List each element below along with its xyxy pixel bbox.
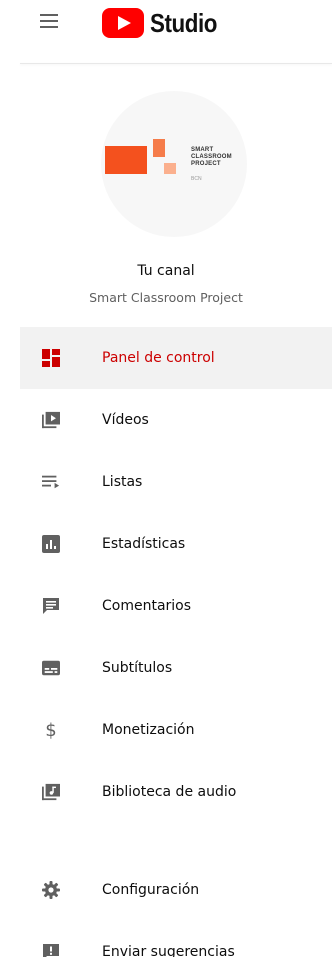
sidebar-item-listas[interactable]: Listas bbox=[20, 451, 332, 513]
channel-name: Smart Classroom Project bbox=[89, 290, 243, 305]
sidebar-item-label: Vídeos bbox=[102, 412, 149, 428]
feedback-icon bbox=[42, 943, 60, 957]
sidebar-item-label: Subtítulos bbox=[102, 660, 173, 676]
channel-title: Tu canal bbox=[137, 263, 195, 279]
playlist-icon bbox=[42, 473, 60, 491]
sidebar-item-label: Enviar sugerencias bbox=[102, 944, 235, 957]
subtitles-icon bbox=[42, 659, 60, 677]
video-library-icon bbox=[42, 411, 60, 429]
sidebar-item-subtitulos[interactable]: Subtítulos bbox=[20, 637, 332, 699]
analytics-icon bbox=[42, 535, 60, 553]
sidebar-item-videos[interactable]: Vídeos bbox=[20, 389, 332, 451]
sidebar-item-label: Estadísticas bbox=[102, 536, 186, 552]
sidebar-item-comentarios[interactable]: Comentarios bbox=[20, 575, 332, 637]
sidebar-item-configuracion[interactable]: Configuración bbox=[20, 859, 332, 921]
sidebar-item-estadisticas[interactable]: Estadísticas bbox=[20, 513, 332, 575]
dollar-icon: $ bbox=[42, 720, 60, 740]
hamburger-menu-icon[interactable] bbox=[40, 14, 58, 28]
gear-icon bbox=[42, 881, 60, 899]
avatar-brand-text: SMART CLASSROOM PROJECT bbox=[191, 147, 232, 167]
sidebar-item-label: Panel de control bbox=[102, 350, 215, 366]
audio-library-icon bbox=[42, 783, 60, 801]
sidebar-nav: Panel de control Vídeos Listas Estadísti… bbox=[20, 327, 332, 957]
channel-avatar[interactable]: SMART CLASSROOM PROJECT BCN bbox=[101, 91, 247, 237]
dashboard-icon bbox=[42, 349, 60, 367]
avatar-brand-sub: BCN bbox=[191, 176, 202, 182]
comment-icon bbox=[42, 597, 60, 615]
top-bar: Studio bbox=[0, 0, 332, 48]
sidebar-item-label: Configuración bbox=[102, 882, 200, 898]
sidebar-item-label: Monetización bbox=[102, 722, 195, 738]
svg-text:$: $ bbox=[45, 720, 56, 740]
sidebar-item-label: Comentarios bbox=[102, 598, 192, 614]
youtube-play-logo-icon bbox=[102, 8, 144, 38]
sidebar-item-enviar-sugerencias[interactable]: Enviar sugerencias bbox=[20, 921, 332, 957]
header-divider bbox=[20, 63, 332, 64]
sidebar-item-label: Biblioteca de audio bbox=[102, 784, 237, 800]
sidebar-item-biblioteca-de-audio[interactable]: Biblioteca de audio bbox=[20, 761, 332, 823]
sidebar-item-label: Listas bbox=[102, 474, 143, 490]
youtube-studio-logo[interactable]: Studio bbox=[102, 8, 228, 38]
sidebar-item-panel-de-control[interactable]: Panel de control bbox=[20, 327, 332, 389]
logo-text: Studio bbox=[150, 7, 217, 38]
sidebar-item-monetizacion[interactable]: $ Monetización bbox=[20, 699, 332, 761]
